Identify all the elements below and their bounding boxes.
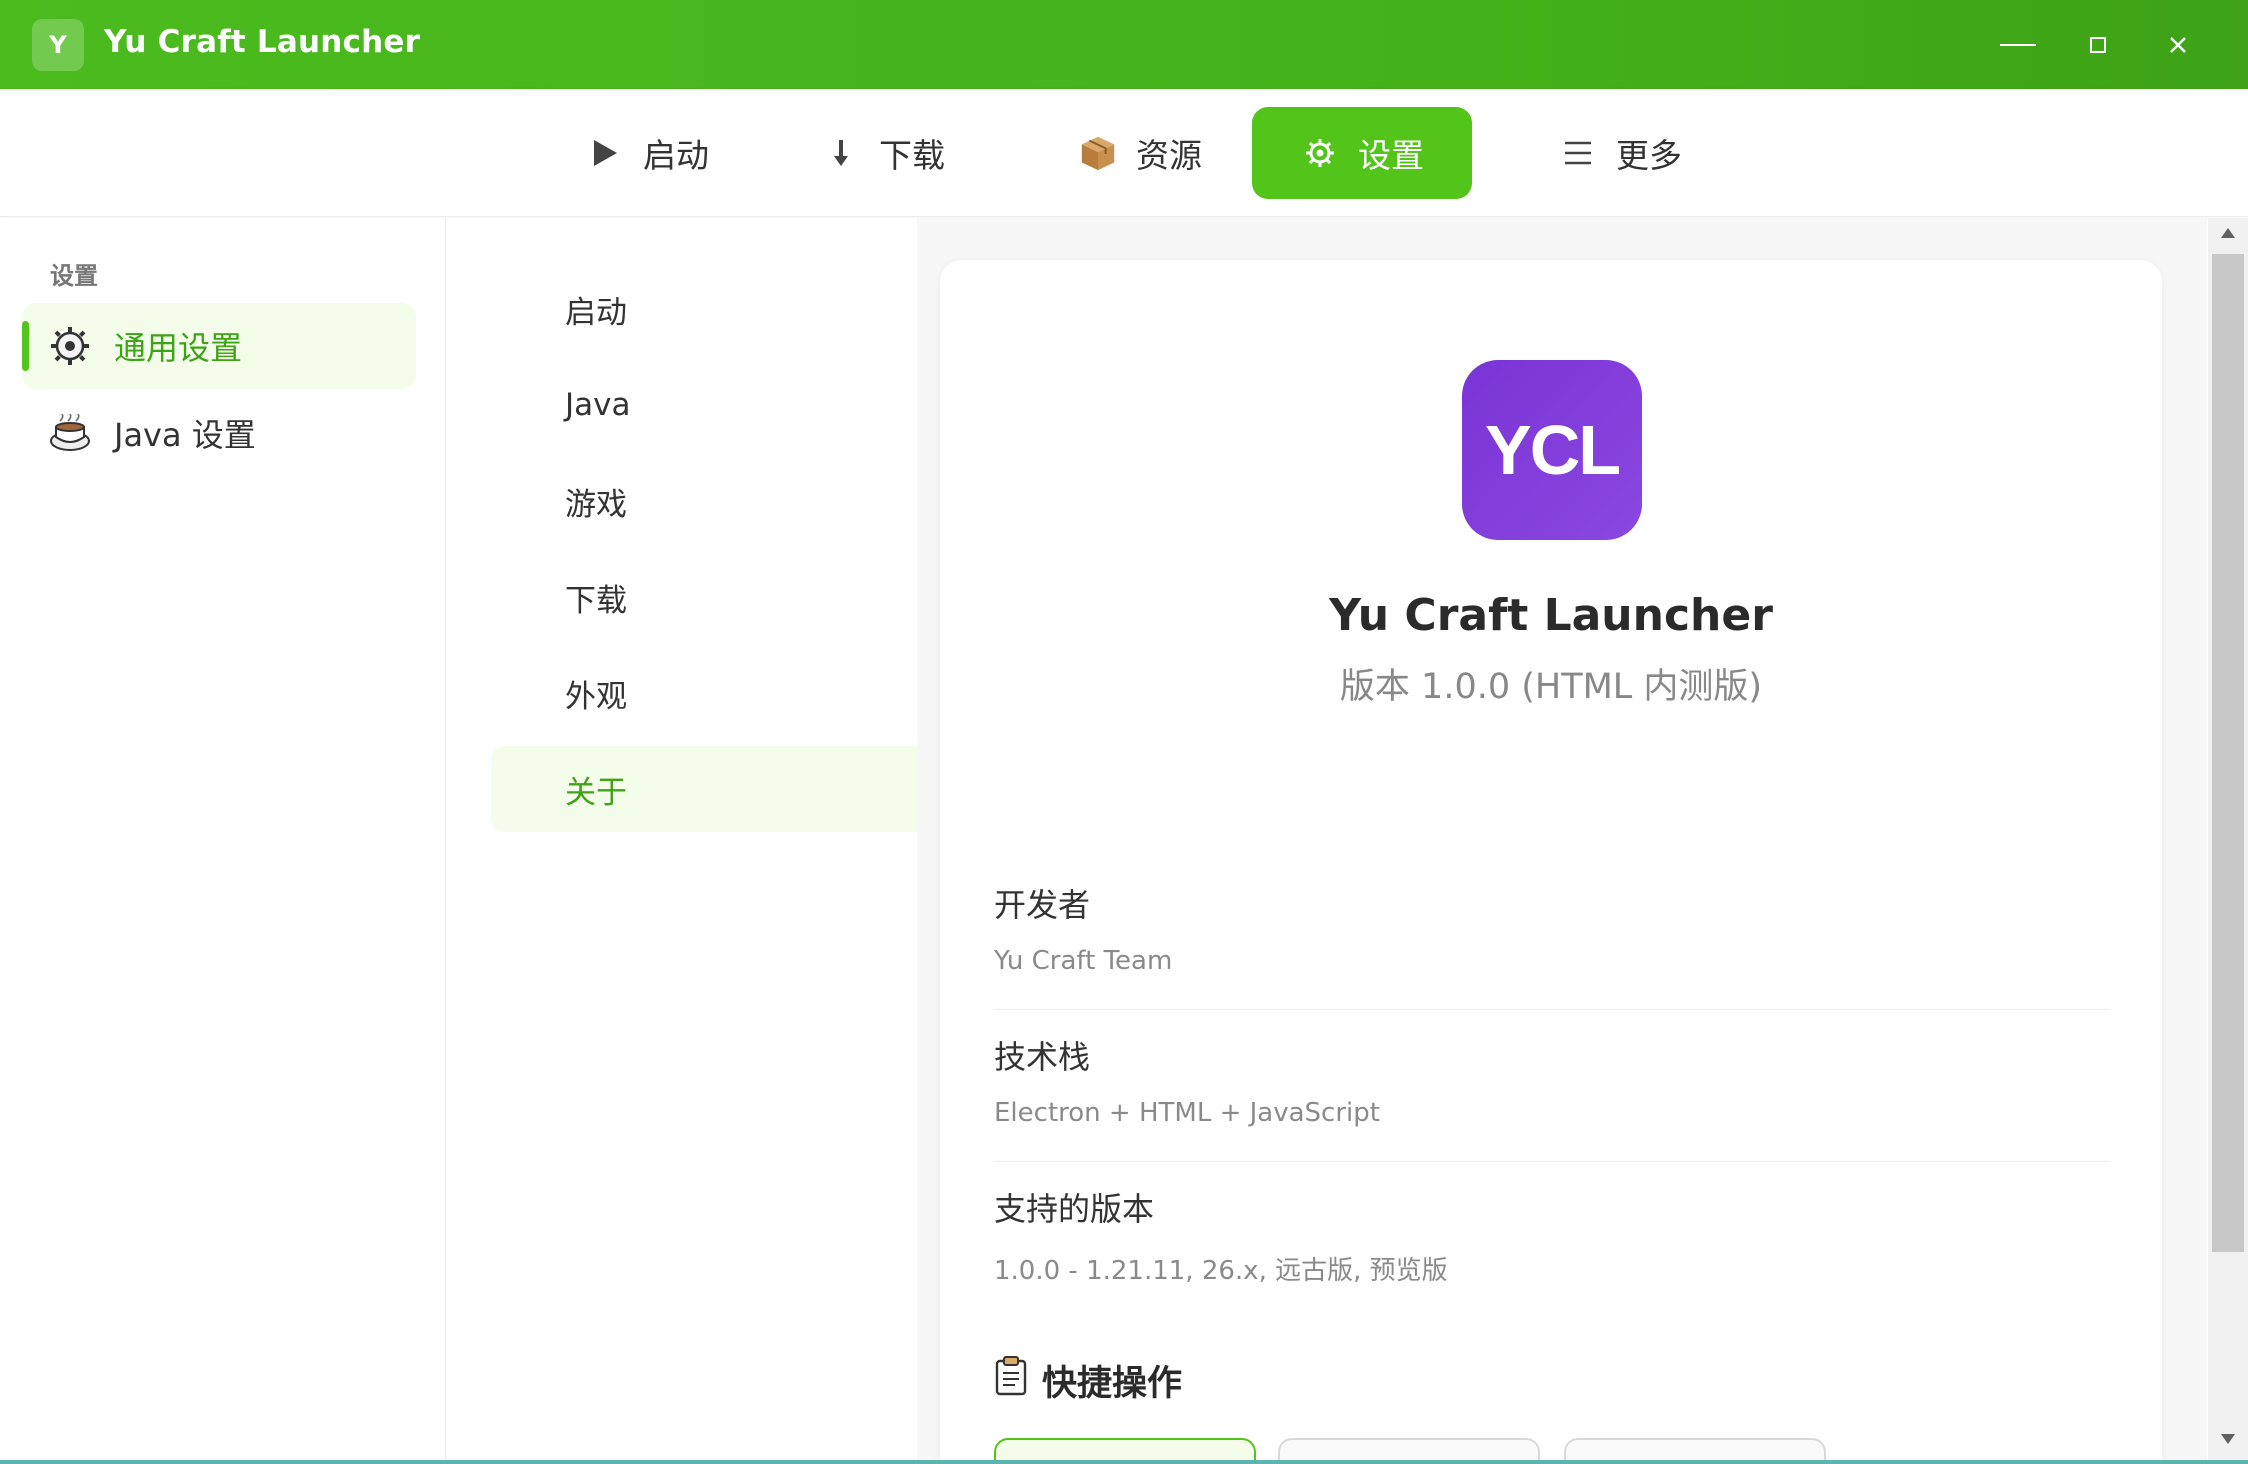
tab-settings-label: 设置 <box>1358 136 1424 175</box>
sidebar-item-java[interactable]: Java 设置 <box>22 390 416 476</box>
scrollbar-thumb[interactable] <box>2212 254 2244 1252</box>
info-value: Electron + HTML + JavaScript <box>994 1098 1380 1128</box>
info-label: 开发者 <box>994 886 1091 924</box>
settings-submenu: 启动 Java 游戏 下载 外观 关于 <box>447 218 941 1464</box>
package-icon <box>1078 133 1118 173</box>
coffee-icon <box>48 411 92 455</box>
top-nav: 启动 下载 资源 设置 更多 <box>0 89 2248 217</box>
info-label: 技术栈 <box>994 1038 1091 1076</box>
minimize-button[interactable] <box>1988 22 2048 68</box>
scroll-down-icon[interactable] <box>2208 1432 2248 1456</box>
submenu-item-appearance[interactable]: 外观 <box>491 650 941 736</box>
scrollbar[interactable] <box>2208 218 2248 1464</box>
title-bar: Y Yu Craft Launcher <box>0 0 2248 89</box>
info-value: Yu Craft Team <box>994 946 1173 976</box>
maximize-button[interactable] <box>2068 22 2128 68</box>
sidebar-item-label: 通用设置 <box>114 329 243 367</box>
tab-more-label: 更多 <box>1616 136 1682 175</box>
info-value: 1.0.0 - 1.21.11, 26.x, 远古版, 预览版 <box>994 1256 1448 1286</box>
tab-launch[interactable]: 启动 <box>572 107 722 199</box>
gear-icon <box>1300 133 1340 173</box>
tab-more[interactable]: 更多 <box>1530 107 1710 199</box>
minimize-icon <box>2000 44 2036 46</box>
submenu-item-about[interactable]: 关于 <box>491 746 941 832</box>
info-row-tech-stack: 技术栈 Electron + HTML + JavaScript <box>994 1032 2110 1162</box>
scroll-up-icon[interactable] <box>2208 226 2248 250</box>
submenu-item-game[interactable]: 游戏 <box>491 458 941 544</box>
menu-icon <box>1558 133 1598 173</box>
quick-actions-label: 快捷操作 <box>1042 1364 1183 1404</box>
gear-icon <box>48 324 92 368</box>
about-version: 版本 1.0.0 (HTML 内测版) <box>1339 667 1763 707</box>
tab-download[interactable]: 下载 <box>808 107 958 199</box>
play-icon <box>585 133 625 173</box>
app-badge: Y <box>32 19 84 71</box>
info-label: 支持的版本 <box>994 1190 1155 1228</box>
submenu-item-java[interactable]: Java <box>491 362 941 448</box>
submenu-item-download[interactable]: 下载 <box>491 554 941 640</box>
sidebar-heading: 设置 <box>50 262 98 290</box>
about-panel: YCL Yu Craft Launcher 版本 1.0.0 (HTML 内测版… <box>940 260 2162 1464</box>
window-title: Yu Craft Launcher <box>104 24 421 60</box>
info-row-supported-versions: 支持的版本 1.0.0 - 1.21.11, 26.x, 远古版, 预览版 <box>994 1184 2110 1314</box>
clipboard-icon <box>994 1356 1028 1405</box>
sidebar-item-label: Java 设置 <box>114 416 256 454</box>
maximize-icon <box>2090 37 2106 53</box>
sidebar: 设置 通用设置 Java 设置 <box>0 218 446 1464</box>
tab-settings[interactable]: 设置 <box>1252 107 1472 199</box>
tab-launch-label: 启动 <box>643 136 709 175</box>
close-button[interactable] <box>2148 22 2208 68</box>
submenu-item-launch[interactable]: 启动 <box>491 266 941 352</box>
app-logo: YCL <box>1462 360 1642 540</box>
tab-download-label: 下载 <box>879 136 945 175</box>
about-app-name: Yu Craft Launcher <box>1329 590 1773 641</box>
sidebar-item-general[interactable]: 通用设置 <box>22 303 416 389</box>
arrow-down-icon <box>821 133 861 173</box>
tab-resources-label: 资源 <box>1136 136 1202 175</box>
quick-actions-title: 快捷操作 <box>994 1355 1182 1406</box>
tab-resources[interactable]: 资源 <box>1040 107 1240 199</box>
info-row-developer: 开发者 Yu Craft Team <box>994 880 2110 1010</box>
close-icon <box>2170 37 2186 53</box>
window-bottom-edge <box>0 1460 2248 1464</box>
